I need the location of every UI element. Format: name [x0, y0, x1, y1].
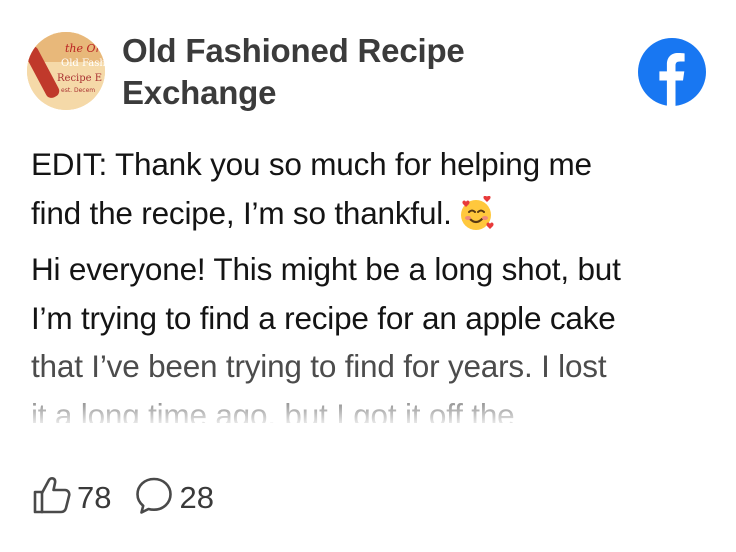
- group-avatar-image: the Ori Old Fash Recipe E est. Decem: [27, 32, 105, 110]
- comment-count: 28: [179, 479, 214, 515]
- smiling-face-with-hearts-icon: [458, 195, 494, 246]
- facebook-icon: [638, 38, 706, 106]
- thumbs-up-icon: [31, 474, 73, 521]
- avatar-text-2: Old Fash: [61, 58, 105, 69]
- avatar-text-3: Recipe E: [57, 73, 102, 84]
- post-line-text: find the recipe, I’m so thankful.: [31, 194, 452, 231]
- like-button[interactable]: 78: [31, 474, 111, 521]
- post-body: EDIT: Thank you so much for helping me f…: [31, 140, 721, 423]
- post-line: Hi everyone! This might be a long shot, …: [31, 251, 621, 287]
- comment-button[interactable]: 28: [133, 474, 214, 521]
- comment-bubble-icon: [133, 474, 175, 521]
- post-line: find the recipe, I’m so thankful.: [31, 189, 721, 246]
- post-line: that I’ve been trying to find for years.…: [31, 348, 607, 384]
- like-count: 78: [77, 479, 112, 515]
- group-name[interactable]: Old Fashioned Recipe Exchange: [122, 30, 542, 114]
- avatar-text-1: the Ori: [65, 42, 104, 55]
- post-card: the Ori Old Fash Recipe E est. Decem Old…: [0, 0, 736, 552]
- post-stats: 78 28: [31, 474, 214, 521]
- post-line: I’m trying to find a recipe for an apple…: [31, 299, 616, 336]
- avatar-text-4: est. Decem: [61, 87, 95, 94]
- post-line: it a long time ago, but I got it off the: [31, 396, 515, 423]
- group-avatar[interactable]: the Ori Old Fash Recipe E est. Decem: [27, 32, 105, 110]
- post-line: EDIT: Thank you so much for helping me: [31, 146, 592, 182]
